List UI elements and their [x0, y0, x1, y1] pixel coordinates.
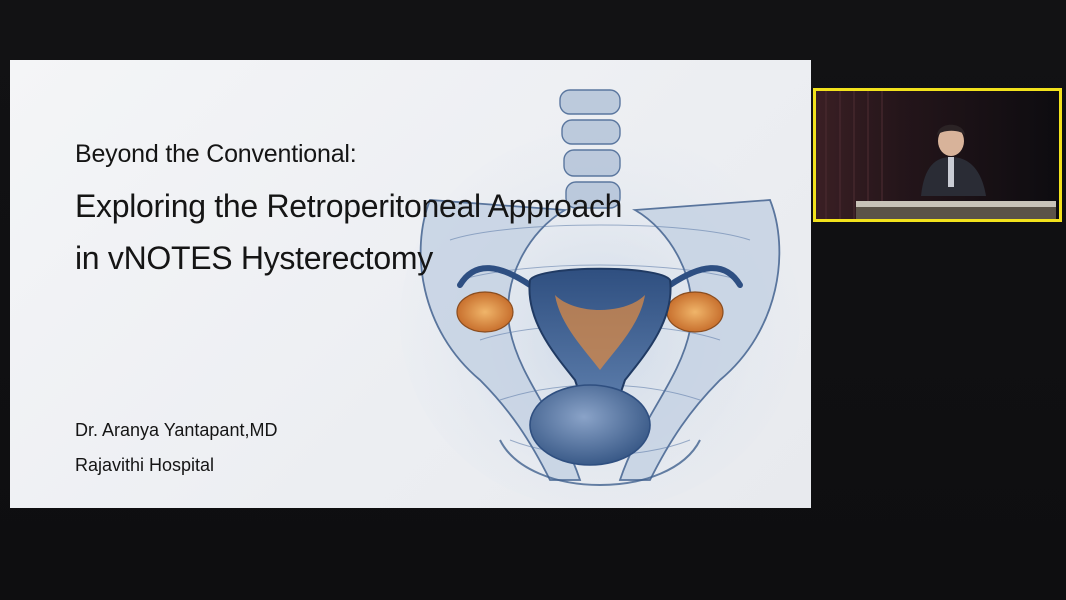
speaker-webcam-feed[interactable] — [813, 88, 1062, 222]
author-name: Dr. Aranya Yantapant,MD — [75, 420, 278, 440]
slide-title-line-1: Exploring the Retroperitoneal Approach — [75, 188, 623, 224]
presentation-slide: Beyond the Conventional: Exploring the R… — [10, 60, 811, 508]
left-ovary — [456, 291, 514, 333]
slide-subtitle: Beyond the Conventional: — [75, 140, 357, 168]
speaker-video — [816, 91, 1059, 219]
pelvic-anatomy-illustration — [400, 89, 800, 508]
hospital-name: Rajavithi Hospital — [75, 455, 215, 475]
bladder — [529, 384, 651, 466]
right-ovary — [666, 291, 724, 333]
slide-title-line-2: in vNOTES Hysterectomy — [75, 240, 433, 276]
video-stage: Beyond the Conventional: Exploring the R… — [0, 0, 1066, 600]
